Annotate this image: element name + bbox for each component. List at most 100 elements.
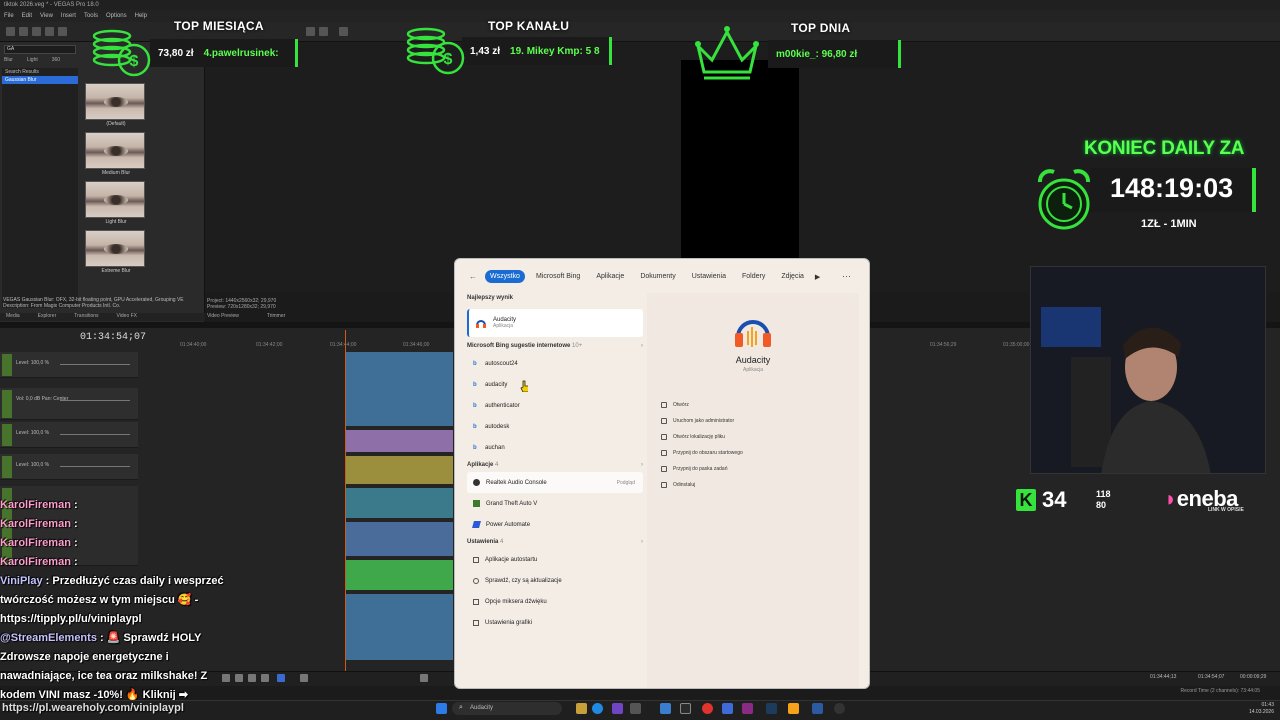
action-pin-taskbar[interactable]: Przypnij do paska zadań [661, 461, 743, 477]
fx-list-item-selected[interactable]: Gaussian Blur [2, 76, 78, 84]
bing-suggestion[interactable]: b autodesk [467, 416, 643, 437]
windows-start-icon[interactable] [436, 703, 447, 714]
audacity-taskbar-icon[interactable] [788, 703, 799, 714]
menu-help[interactable]: Help [135, 13, 147, 19]
preset-thumbnail[interactable] [85, 83, 145, 120]
chevron-right-icon[interactable]: › [641, 343, 643, 353]
tab-transitions[interactable]: Transitions [74, 313, 98, 321]
preview-info: Project: 1440x2560x32; 29,970 Preview: 7… [207, 298, 276, 310]
tab-all[interactable]: Wszystko [485, 270, 525, 283]
new-icon[interactable] [6, 27, 15, 36]
snapshot-icon[interactable] [339, 27, 348, 36]
bing-suggestion[interactable]: b autoscout24 [467, 353, 643, 374]
tab-video-fx[interactable]: Video FX [117, 313, 137, 321]
fx-search-input[interactable]: GA [4, 45, 76, 54]
preset-thumbnail[interactable] [85, 181, 145, 218]
action-uninstall[interactable]: Odinstaluj [661, 477, 743, 493]
obs-icon[interactable] [834, 703, 845, 714]
fx-list-item[interactable]: Search Results [2, 68, 78, 76]
audio-clip[interactable] [345, 560, 453, 590]
track-header[interactable]: Level: 100,0 % [0, 352, 138, 378]
tab-folders[interactable]: Foldery [737, 270, 770, 283]
settings-app-icon[interactable] [630, 703, 641, 714]
edge-icon[interactable] [592, 703, 603, 714]
tab-settings[interactable]: Ustawienia [687, 270, 731, 283]
file-explorer-icon[interactable] [576, 703, 587, 714]
properties-icon[interactable] [45, 27, 54, 36]
chevron-right-icon[interactable]: › [641, 539, 643, 549]
fx-tab-blur[interactable]: Blur [4, 57, 13, 63]
taskbar-clock[interactable]: 01:43 14.03.2026 [1249, 702, 1274, 716]
preset-thumbnail[interactable] [85, 230, 145, 267]
tab-bing[interactable]: Microsoft Bing [531, 270, 585, 283]
menu-options[interactable]: Options [106, 13, 127, 19]
tab-trimmer[interactable]: Trimmer [267, 313, 285, 319]
taskbar-search-box[interactable]: ⌕ Audacity [452, 702, 562, 715]
best-match-item[interactable]: Audacity Aplikacja [467, 309, 643, 337]
fx-tab-light[interactable]: Light [27, 57, 38, 63]
back-arrow-icon[interactable]: ← [469, 272, 477, 281]
menu-file[interactable]: File [4, 13, 14, 19]
save-icon[interactable] [32, 27, 41, 36]
tab-video-preview[interactable]: Video Preview [207, 313, 239, 319]
preset-thumbnail[interactable] [85, 132, 145, 169]
webcam-feed [1030, 266, 1266, 474]
track-header[interactable]: Level: 100,0 % [0, 422, 138, 448]
settings-result[interactable]: Sprawdź, czy są aktualizacje [467, 570, 643, 591]
vegas-taskbar-icon[interactable] [680, 703, 691, 714]
teams-icon[interactable] [612, 703, 623, 714]
store-icon[interactable] [660, 703, 671, 714]
menu-insert[interactable]: Insert [61, 13, 76, 19]
nvidia-icon[interactable] [742, 703, 753, 714]
open-icon[interactable] [19, 27, 28, 36]
tab-documents[interactable]: Dokumenty [635, 270, 680, 283]
settings-result[interactable]: Aplikacje autostartu [467, 549, 643, 570]
video-clip[interactable] [345, 488, 453, 518]
preview-quality-icon[interactable] [306, 27, 315, 36]
app-taskbar-icon[interactable] [722, 703, 733, 714]
opera-icon[interactable] [702, 703, 713, 714]
steam-icon[interactable] [766, 703, 777, 714]
chevron-right-icon[interactable]: › [641, 462, 643, 472]
tab-explorer[interactable]: Explorer [38, 313, 57, 321]
action-pin-start[interactable]: Przypnij do obszaru startowego [661, 445, 743, 461]
bing-suggestion[interactable]: b authenticator [467, 395, 643, 416]
video-clip[interactable] [345, 522, 453, 556]
playhead[interactable] [345, 330, 346, 685]
bing-suggestion[interactable]: b auchan [467, 437, 643, 458]
edit-tool-icon[interactable] [300, 674, 308, 682]
fx-tab-360[interactable]: 360 [52, 57, 60, 63]
track-header[interactable]: Vol: 0,0 dB Pan: Center [0, 388, 138, 420]
track-header[interactable]: Level: 100,0 % [0, 454, 138, 480]
tab-photos[interactable]: Zdjęcia [776, 270, 809, 283]
video-clip[interactable] [345, 594, 453, 660]
tab-media[interactable]: Media [6, 313, 20, 321]
action-open-location[interactable]: Otwórz lokalizację pliku [661, 429, 743, 445]
loop-icon[interactable] [235, 674, 243, 682]
app-result[interactable]: Realtek Audio Console Podgląd [467, 472, 643, 493]
photoshop-icon[interactable] [812, 703, 823, 714]
settings-icon[interactable] [58, 27, 67, 36]
settings-result[interactable]: Ustawienia grafiki [467, 612, 643, 633]
menu-view[interactable]: View [40, 13, 53, 19]
settings-result[interactable]: Opcje miksera dźwięku [467, 591, 643, 612]
pause-icon[interactable] [261, 674, 269, 682]
pin-icon [661, 450, 667, 456]
video-clip[interactable] [345, 430, 453, 452]
app-result[interactable]: Grand Theft Auto V [467, 493, 643, 514]
play-icon[interactable] [248, 674, 256, 682]
action-open[interactable]: Otwórz [661, 397, 743, 413]
tab-apps[interactable]: Aplikacje [591, 270, 629, 283]
action-run-as-admin[interactable]: Uruchom jako administrator [661, 413, 743, 429]
menu-tools[interactable]: Tools [84, 13, 98, 19]
split-screen-icon[interactable] [319, 27, 328, 36]
video-clip[interactable] [345, 352, 453, 426]
video-clip[interactable] [345, 456, 453, 484]
lock-icon[interactable] [420, 674, 428, 682]
more-tabs-icon[interactable]: ▶ [815, 273, 820, 281]
snap-icon[interactable] [277, 674, 285, 682]
more-options-icon[interactable]: ··· [842, 271, 851, 281]
bing-suggestion[interactable]: b audacity [467, 374, 643, 395]
app-result[interactable]: Power Automate [467, 514, 643, 535]
menu-edit[interactable]: Edit [22, 13, 32, 19]
